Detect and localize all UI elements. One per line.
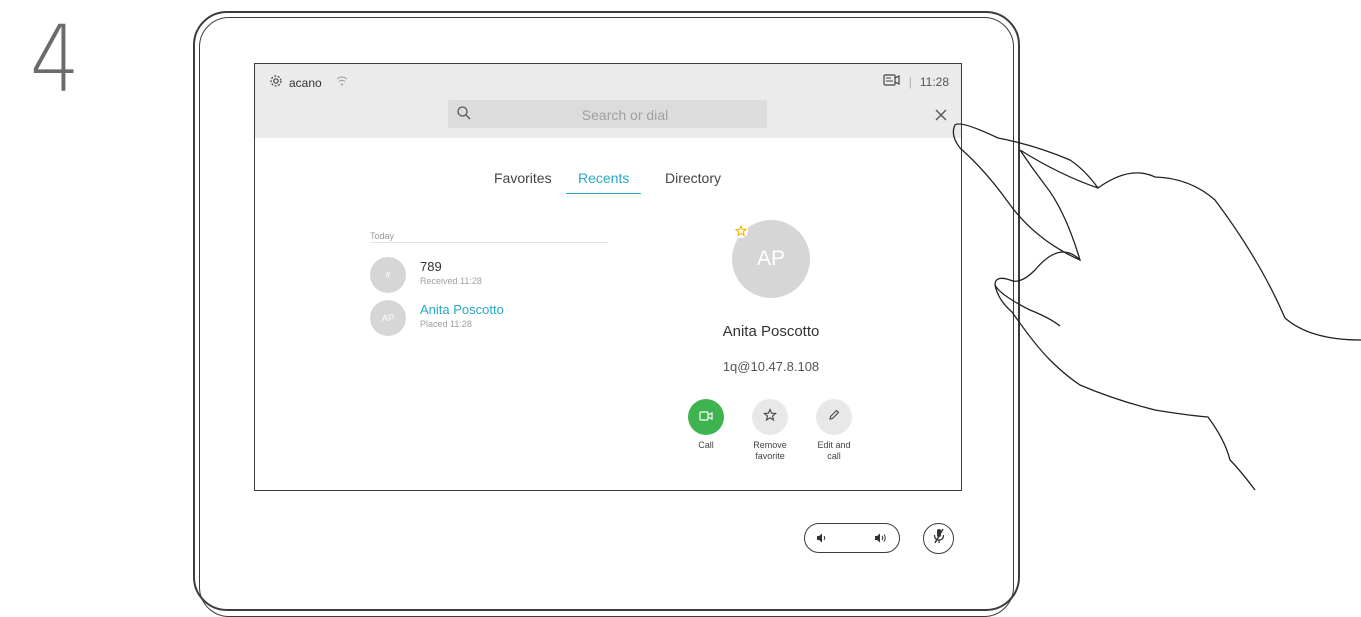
camera-self-view-icon[interactable] (883, 74, 901, 89)
status-left: acano (269, 74, 348, 91)
section-divider (370, 242, 608, 243)
recent-detail: Placed 11:28 (420, 319, 472, 329)
edit-and-call-label: Edit and call (817, 440, 851, 461)
wifi-icon (336, 75, 348, 90)
avatar: # (370, 257, 406, 293)
pencil-icon (828, 408, 840, 426)
call-label: Call (698, 440, 714, 450)
remove-favorite-label: Remove favorite (753, 440, 787, 461)
contact-address: 1q@10.47.8.108 (722, 359, 820, 374)
video-call-icon (699, 408, 713, 426)
tab-directory[interactable]: Directory (665, 170, 721, 193)
system-name: acano (289, 75, 322, 90)
search-icon (457, 106, 471, 125)
microphone-muted-icon (931, 527, 947, 550)
search-box[interactable] (448, 100, 767, 130)
step-number: 4 (30, 6, 80, 113)
top-bar: acano | 11:28 (255, 64, 961, 138)
favorite-star-icon (734, 224, 748, 243)
remove-favorite-button[interactable] (752, 399, 788, 435)
recent-detail: Received 11:28 (420, 276, 482, 286)
recent-name: 789 (420, 259, 442, 274)
volume-control (804, 523, 900, 553)
status-right: | 11:28 (883, 74, 949, 89)
hand-pointer-illustration (952, 123, 1361, 491)
contact-name: Anita Poscotto (722, 323, 820, 340)
recent-item[interactable]: # 789 Received 11:28 (370, 257, 610, 293)
recent-name: Anita Poscotto (420, 302, 504, 317)
remove-favorite-action: Remove favorite (735, 399, 805, 462)
gear-icon[interactable] (269, 74, 283, 91)
tab-recents[interactable]: Recents (566, 170, 642, 194)
volume-down-icon[interactable] (815, 531, 829, 550)
call-action: Call (671, 399, 741, 451)
edit-and-call-button[interactable] (816, 399, 852, 435)
call-button[interactable] (688, 399, 724, 435)
edit-and-call-action: Edit and call (799, 399, 869, 462)
section-label-today: Today (370, 231, 395, 241)
star-icon (763, 407, 777, 427)
mute-button[interactable] (923, 523, 954, 554)
clock: 11:28 (919, 74, 949, 89)
tab-favorites[interactable]: Favorites (494, 170, 552, 193)
search-input[interactable] (488, 100, 762, 130)
recent-item[interactable]: AP Anita Poscotto Placed 11:28 (370, 300, 610, 336)
avatar: AP (370, 300, 406, 336)
volume-up-icon[interactable] (873, 531, 889, 550)
touch-screen: acano | 11:28 Favorites Recents Director… (254, 63, 962, 491)
status-divider: | (908, 74, 912, 89)
